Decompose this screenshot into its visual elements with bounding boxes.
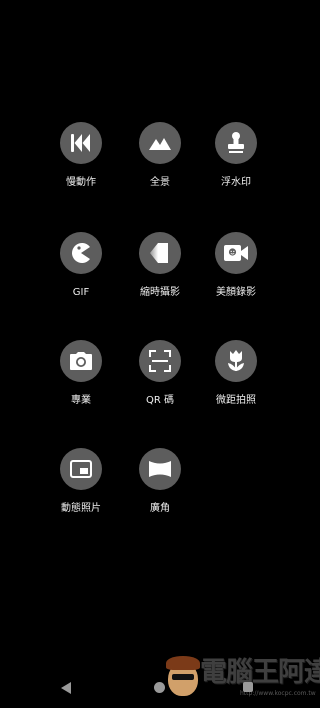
mode-slow-motion[interactable]: 慢動作 bbox=[43, 122, 119, 202]
mode-label: QR 碼 bbox=[146, 395, 174, 406]
mode-beauty-video[interactable]: 美顏錄影 bbox=[198, 232, 274, 312]
back-triangle-icon[interactable] bbox=[61, 682, 71, 694]
mode-row-2: GIF 縮時攝影 美顏錄影 bbox=[0, 232, 320, 322]
watermark-stamp-icon bbox=[215, 122, 257, 164]
motion-photo-icon bbox=[60, 448, 102, 490]
mode-row-4: 動態照片 廣角 bbox=[0, 448, 320, 538]
slow-motion-icon bbox=[60, 122, 102, 164]
mode-motion-photo[interactable]: 動態照片 bbox=[43, 448, 119, 528]
mode-label: 廣角 bbox=[150, 503, 170, 514]
wide-angle-icon bbox=[139, 448, 181, 490]
qr-scan-icon bbox=[139, 340, 181, 382]
mode-label: 專業 bbox=[71, 395, 91, 406]
panorama-mountain-icon bbox=[139, 122, 181, 164]
mode-macro[interactable]: 微距拍照 bbox=[198, 340, 274, 420]
home-circle-icon[interactable] bbox=[154, 682, 165, 693]
recents-square-icon[interactable] bbox=[243, 682, 253, 692]
mode-label: 浮水印 bbox=[221, 177, 251, 188]
mode-row-3: 專業 QR 碼 微距拍照 bbox=[0, 340, 320, 430]
navigation-bar bbox=[0, 670, 320, 708]
pro-camera-icon bbox=[60, 340, 102, 382]
mode-label: 慢動作 bbox=[66, 177, 96, 188]
gif-pacman-icon bbox=[60, 232, 102, 274]
mode-label: 美顏錄影 bbox=[216, 287, 256, 298]
mode-watermark[interactable]: 浮水印 bbox=[198, 122, 274, 202]
mode-label: 縮時攝影 bbox=[140, 287, 180, 298]
mode-row-1: 慢動作 全景 浮水印 bbox=[0, 122, 320, 212]
mode-panorama[interactable]: 全景 bbox=[122, 122, 198, 202]
beauty-video-icon bbox=[215, 232, 257, 274]
mascot-hair bbox=[166, 656, 200, 670]
macro-tulip-icon bbox=[215, 340, 257, 382]
mode-label: GIF bbox=[72, 287, 90, 298]
mode-pro[interactable]: 專業 bbox=[43, 340, 119, 420]
mode-timelapse[interactable]: 縮時攝影 bbox=[122, 232, 198, 312]
mode-label: 全景 bbox=[150, 177, 170, 188]
mode-label: 動態照片 bbox=[61, 503, 101, 514]
mode-qr-code[interactable]: QR 碼 bbox=[122, 340, 198, 420]
mode-wide-angle[interactable]: 廣角 bbox=[122, 448, 198, 528]
mode-gif[interactable]: GIF bbox=[43, 232, 119, 312]
mode-label: 微距拍照 bbox=[216, 395, 256, 406]
timelapse-icon bbox=[139, 232, 181, 274]
